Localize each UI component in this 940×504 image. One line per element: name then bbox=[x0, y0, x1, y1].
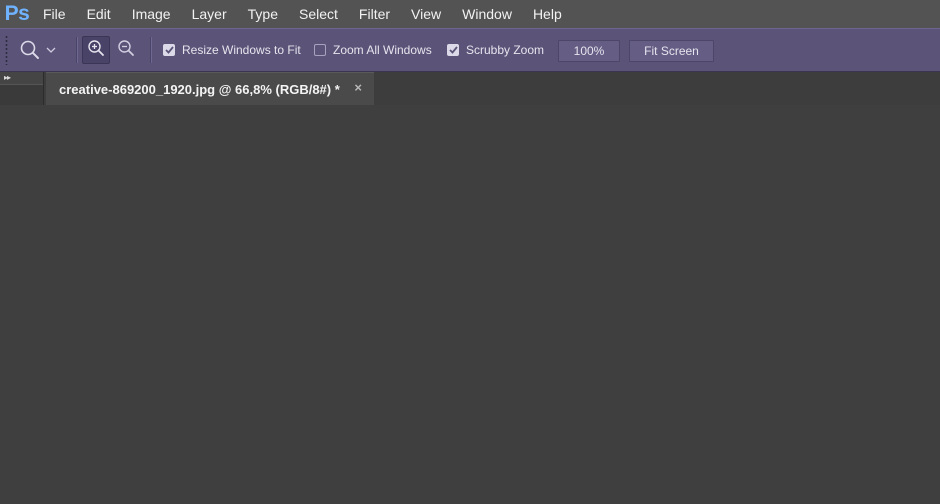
chevron-down-icon bbox=[46, 46, 56, 54]
document-tab-title: creative-869200_1920.jpg @ 66,8% (RGB/8#… bbox=[59, 81, 340, 97]
options-bar-grip[interactable] bbox=[5, 35, 8, 65]
canvas-workspace[interactable] bbox=[0, 105, 940, 504]
menu-edit[interactable]: Edit bbox=[87, 0, 111, 28]
menu-filter[interactable]: Filter bbox=[359, 0, 390, 28]
menu-items: File Edit Image Layer Type Select Filter… bbox=[43, 0, 583, 28]
separator bbox=[150, 37, 152, 63]
zoom-in-icon bbox=[86, 38, 106, 63]
zoom-all-windows-option[interactable]: Zoom All Windows bbox=[314, 42, 432, 58]
collapsed-panel[interactable] bbox=[0, 84, 43, 106]
menu-select[interactable]: Select bbox=[299, 0, 338, 28]
close-icon[interactable]: × bbox=[354, 81, 362, 95]
options-bar: Resize Windows to Fit Zoom All Windows S… bbox=[0, 28, 940, 72]
resize-windows-label: Resize Windows to Fit bbox=[182, 43, 301, 57]
scrubby-zoom-option[interactable]: Scrubby Zoom bbox=[447, 42, 544, 58]
zoom-100-button[interactable]: 100% bbox=[558, 40, 620, 62]
checkmark-icon bbox=[164, 46, 174, 54]
separator bbox=[76, 37, 78, 63]
panel-collapse-strip[interactable]: ▸▸ bbox=[0, 72, 44, 106]
zoom-out-button[interactable] bbox=[112, 36, 140, 64]
zoom-all-windows-checkbox[interactable] bbox=[314, 44, 326, 56]
menu-type[interactable]: Type bbox=[248, 0, 278, 28]
resize-windows-checkbox[interactable] bbox=[163, 44, 175, 56]
zoom-in-button[interactable] bbox=[82, 36, 110, 64]
menu-view[interactable]: View bbox=[411, 0, 441, 28]
menu-help[interactable]: Help bbox=[533, 0, 562, 28]
zoom-out-icon bbox=[116, 38, 136, 63]
scrubby-zoom-label: Scrubby Zoom bbox=[466, 43, 545, 57]
checkmark-icon bbox=[448, 46, 458, 54]
zoom-all-windows-label: Zoom All Windows bbox=[333, 43, 432, 57]
photoshop-logo[interactable]: Ps bbox=[0, 0, 34, 28]
menu-window[interactable]: Window bbox=[462, 0, 512, 28]
menu-bar: Ps File Edit Image Layer Type Select Fil… bbox=[0, 0, 940, 28]
document-tab-row: ▸▸ creative-869200_1920.jpg @ 66,8% (RGB… bbox=[0, 72, 940, 106]
menu-file[interactable]: File bbox=[43, 0, 66, 28]
fit-screen-button[interactable]: Fit Screen bbox=[629, 40, 714, 62]
zoom-tool-icon bbox=[18, 38, 42, 62]
menu-image[interactable]: Image bbox=[132, 0, 171, 28]
expand-panels-icon[interactable]: ▸▸ bbox=[4, 74, 11, 82]
resize-windows-option[interactable]: Resize Windows to Fit bbox=[163, 42, 301, 58]
menu-layer[interactable]: Layer bbox=[192, 0, 227, 28]
document-tab[interactable]: creative-869200_1920.jpg @ 66,8% (RGB/8#… bbox=[46, 72, 374, 105]
tool-preset-picker[interactable] bbox=[18, 35, 66, 65]
scrubby-zoom-checkbox[interactable] bbox=[447, 44, 459, 56]
